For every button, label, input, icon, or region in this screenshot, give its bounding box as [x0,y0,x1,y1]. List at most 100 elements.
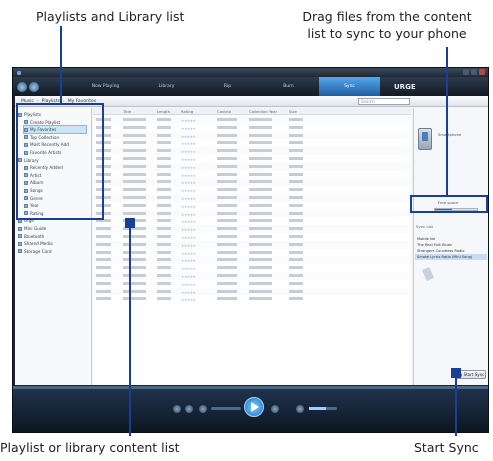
tab-sync[interactable]: Sync [319,77,380,96]
table-row[interactable]: ★★★★★ [93,124,411,132]
tree-item[interactable]: Recently Added [24,164,86,171]
folder-icon [18,226,22,231]
tree-item[interactable]: Album [24,179,86,186]
table-row[interactable]: ★★★★★ [93,233,411,241]
forward-icon[interactable] [29,81,39,92]
table-cell [157,274,171,277]
table-row[interactable]: ★★★★★ [93,249,411,257]
sync-list-item[interactable]: Smoke Lyrics Ratio (Mini Song) [415,254,487,260]
tab-library[interactable]: Library [136,77,197,96]
column-header[interactable]: Size [289,109,297,114]
previous-track-button[interactable] [211,407,241,410]
table-cell [289,219,303,223]
tab-rip[interactable]: Rip [197,77,258,96]
tree-item[interactable]: Rating [24,210,86,217]
table-cell [289,242,303,246]
back-icon[interactable] [17,81,27,92]
library-tree: Playlists Create Playlist My Favorites Top … [15,108,92,385]
sync-list[interactable]: Mobile Vol The Real Folk Blues Strangers… [415,236,487,260]
table-row[interactable]: ★★★★★ [93,194,411,202]
table-cell [157,211,171,215]
tree-item[interactable]: Bluetooth [18,233,86,240]
next-track-icon[interactable] [271,405,279,413]
tree-item[interactable]: Top Collection [24,134,86,141]
stop-icon[interactable] [199,405,207,413]
maximize-icon[interactable] [471,69,477,75]
table-row[interactable]: ★★★★★ [93,139,411,147]
table-row[interactable]: ★★★★★ [93,131,411,140]
table-row[interactable]: ★★★★★ [93,147,411,155]
table-row[interactable]: ★★★★★ [93,217,411,225]
phone-icon [418,128,432,150]
table-cell [289,157,303,160]
table-cell: ★★★★★ [181,188,196,194]
volume-slider[interactable] [309,407,337,410]
tab-burn[interactable]: Burn [258,77,319,96]
close-icon[interactable] [479,69,485,75]
table-cell [217,289,237,293]
table-row[interactable]: ★★★★★ [93,202,411,210]
repeat-icon[interactable] [185,405,193,413]
table-row[interactable]: ★★★★★ [93,186,411,194]
tree-item[interactable]: Mini Guide [18,225,86,232]
table-row[interactable]: ★★★★★ [93,155,411,163]
tree-item[interactable]: Most Recently Add [24,141,86,148]
table-cell [157,149,171,153]
tree-item[interactable]: Year [24,202,86,209]
leader-line [446,47,448,197]
table-row[interactable]: ★★★★★ [93,287,411,296]
table-cell [289,235,303,238]
table-cell [217,258,237,262]
table-row[interactable]: ★★★★★ [93,295,411,303]
column-header[interactable]: Rating [181,109,193,114]
table-cell [157,227,171,231]
table-cell [217,219,237,223]
minimize-icon[interactable] [463,69,469,75]
table-cell [157,203,171,207]
column-header[interactable]: Contrib [217,109,231,114]
table-cell [123,266,146,270]
column-header[interactable]: Collection Year [249,109,277,114]
table-cell [217,227,237,231]
callout-drag-files-line1: Drag files from the content [302,9,472,24]
table-row[interactable]: ★★★★★ [93,240,411,249]
table-cell [123,196,146,199]
drag-cursor-icon [421,266,435,282]
table-cell [289,266,303,270]
seek-strip[interactable] [13,386,488,389]
tree-item[interactable]: Genre [24,195,86,202]
table-row[interactable]: ★★★★★ [93,171,411,179]
table-cell [123,250,146,254]
table-row[interactable]: ★★★★★ [93,272,411,280]
search-input[interactable]: Search [358,98,410,105]
tree-item[interactable]: Songs [24,187,86,194]
tab-bar: Now Playing Library Rip Burn Sync URGE [13,77,488,96]
brand-logo[interactable]: URGE [394,83,416,91]
table-row[interactable]: ★★★★★ [93,256,411,265]
column-header[interactable]: Length [157,109,170,114]
table-cell [249,149,272,153]
table-row[interactable]: ★★★★★ [93,162,411,171]
shuffle-icon[interactable] [173,405,181,413]
table-cell [217,235,237,238]
tree-item-label: Most Recently Add [30,142,69,148]
tree-item[interactable]: Library [18,157,86,164]
tree-item[interactable]: Artist [24,172,86,179]
table-row[interactable]: ★★★★★ [93,116,411,124]
table-row[interactable]: ★★★★★ [93,225,411,233]
table-cell [123,141,146,145]
tree-item[interactable]: Favorite Artists [24,149,86,156]
tree-item[interactable]: My Favorites [23,125,87,135]
tree-item[interactable]: Playlists [18,111,86,118]
tree-item[interactable]: Create Playlist [24,119,86,126]
tree-item[interactable]: Storage Card [18,248,86,255]
table-row[interactable]: ★★★★★ [93,264,411,272]
play-button[interactable] [244,397,264,417]
table-row[interactable]: ★★★★★ [93,280,411,288]
tree-item[interactable]: Shared Media [18,240,86,247]
table-row[interactable]: ★★★★★ [93,178,411,187]
tab-now-playing[interactable]: Now Playing [75,77,136,96]
column-header[interactable]: Title [123,109,131,114]
mute-icon[interactable] [296,405,304,413]
table-row[interactable]: ★★★★★ [93,209,411,218]
